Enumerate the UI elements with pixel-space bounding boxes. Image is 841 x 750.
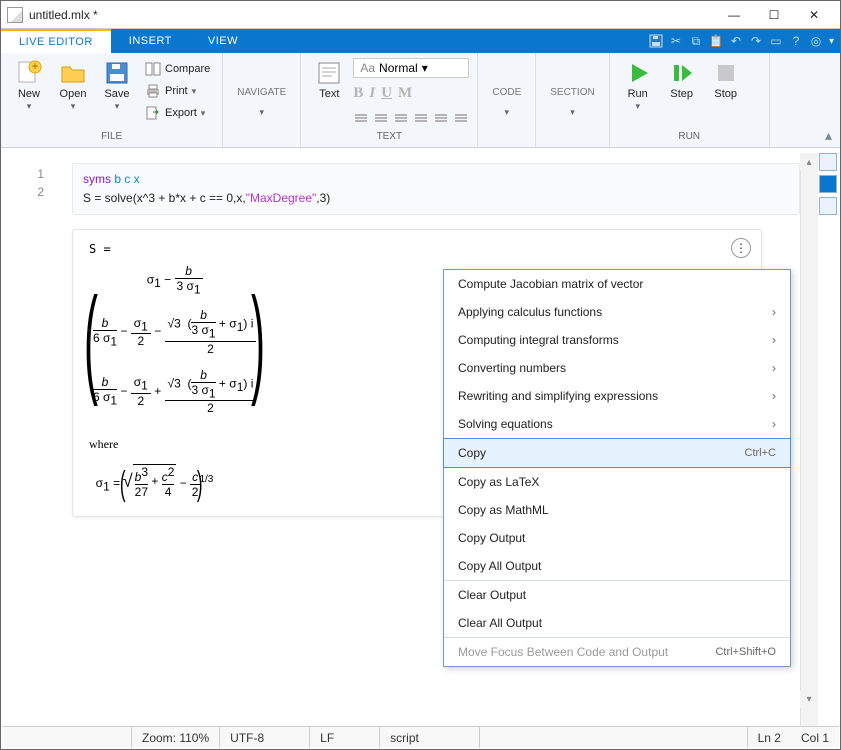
run-button[interactable]: Run▾ [618, 55, 658, 111]
status-col[interactable]: Col 1 [791, 727, 839, 748]
ctx-move-focus: Move Focus Between Code and OutputCtrl+S… [444, 638, 790, 666]
italic-button: I [369, 85, 375, 102]
group-text: Text AaNormal▾ BIUM TEXT [301, 53, 478, 147]
window-title: untitled.mlx * [29, 8, 714, 22]
output-right-button[interactable] [819, 153, 837, 171]
tab-view[interactable]: VIEW [190, 29, 256, 53]
ctx-copy-all-output[interactable]: Copy All Output [444, 552, 790, 580]
ctx-copy[interactable]: CopyCtrl+C [444, 439, 790, 467]
text-button[interactable]: Text [309, 55, 349, 100]
context-menu: Compute Jacobian matrix of vector Applyi… [443, 269, 791, 667]
new-button[interactable]: + New▾ [9, 55, 49, 111]
preferences-icon[interactable]: ◎ [807, 32, 825, 50]
toolstrip-tabs: LIVE EDITOR INSERT VIEW ✂ ⧉ 📋 ↶ ↷ ▭ ? ◎ … [1, 29, 840, 53]
svg-text:+: + [31, 59, 38, 73]
tab-live-editor[interactable]: LIVE EDITOR [1, 29, 111, 53]
ctx-clear-all-output[interactable]: Clear All Output [444, 609, 790, 637]
group-file: + New▾ Open▾ Save▾ Compare Print▾ Export… [1, 53, 223, 147]
open-button[interactable]: Open▾ [53, 55, 93, 111]
output-layout-buttons [817, 153, 839, 215]
paste-icon[interactable]: 📋 [707, 32, 725, 50]
tab-insert[interactable]: INSERT [111, 29, 190, 53]
compare-button[interactable]: Compare [141, 58, 214, 80]
code-cell[interactable]: syms b c x S = solve(x^3 + b*x + c == 0,… [72, 163, 800, 215]
copy-icon[interactable]: ⧉ [687, 32, 705, 50]
paragraph-style-dropdown[interactable]: AaNormal▾ [353, 58, 469, 78]
output-lhs: S = [89, 242, 745, 256]
ctx-rewriting[interactable]: Rewriting and simplifying expressions [444, 382, 790, 410]
quick-access: ✂ ⧉ 📋 ↶ ↷ ▭ ? ◎ ▾ [647, 32, 840, 50]
ctx-solving[interactable]: Solving equations [444, 410, 790, 438]
underline-button: U [381, 85, 392, 102]
save-icon[interactable] [647, 32, 665, 50]
minimize-button[interactable]: — [714, 1, 754, 29]
ribbon: + New▾ Open▾ Save▾ Compare Print▾ Export… [1, 53, 840, 148]
print-button[interactable]: Print▾ [141, 80, 214, 102]
monospace-button: M [398, 85, 412, 102]
undo-icon[interactable]: ↶ [727, 32, 745, 50]
output-inline-button[interactable] [819, 175, 837, 193]
ctx-clear-output[interactable]: Clear Output [444, 581, 790, 609]
ctx-jacobian[interactable]: Compute Jacobian matrix of vector [444, 270, 790, 298]
group-code: CODE▾ [478, 53, 536, 147]
status-zoom[interactable]: Zoom: 110% [132, 727, 220, 748]
redo-icon[interactable]: ↷ [747, 32, 765, 50]
navigate-button[interactable]: NAVIGATE ▾ [231, 70, 292, 117]
output-menu-icon[interactable]: ⋮ [731, 238, 751, 258]
ctx-copy-mathml[interactable]: Copy as MathML [444, 496, 790, 524]
status-encoding[interactable]: UTF-8 [220, 727, 310, 748]
section-button[interactable]: SECTION▾ [544, 70, 600, 117]
cut-icon[interactable]: ✂ [667, 32, 685, 50]
line-gutter: 1 2 [2, 153, 54, 726]
ctx-converting-numbers[interactable]: Converting numbers [444, 354, 790, 382]
switch-windows-icon[interactable]: ▭ [767, 32, 785, 50]
help-icon[interactable]: ? [787, 32, 805, 50]
status-line[interactable]: Ln 2 [748, 727, 791, 748]
stop-button[interactable]: Stop [706, 55, 746, 100]
document-icon [7, 7, 23, 23]
ctx-integral-transforms[interactable]: Computing integral transforms [444, 326, 790, 354]
group-navigate: NAVIGATE ▾ [223, 53, 301, 147]
code-button[interactable]: CODE▾ [486, 70, 527, 117]
output-hide-button[interactable] [819, 197, 837, 215]
status-filetype[interactable]: script [380, 727, 480, 748]
bold-button: B [353, 85, 363, 102]
scroll-down-icon[interactable]: ▾ [800, 690, 818, 708]
format-buttons[interactable]: BIUM [353, 82, 469, 104]
step-button[interactable]: Step [662, 55, 702, 100]
maximize-button[interactable]: ☐ [754, 1, 794, 29]
title-bar: untitled.mlx * — ☐ ✕ [1, 1, 840, 29]
ctx-calculus[interactable]: Applying calculus functions [444, 298, 790, 326]
save-button[interactable]: Save▾ [97, 55, 137, 111]
quick-access-dropdown[interactable]: ▾ [829, 36, 834, 47]
ctx-copy-output[interactable]: Copy Output [444, 524, 790, 552]
close-button[interactable]: ✕ [794, 1, 834, 29]
status-eol[interactable]: LF [310, 727, 380, 748]
collapse-ribbon-icon[interactable]: ▴ [825, 127, 832, 144]
list-align-buttons[interactable] [353, 108, 469, 128]
group-run: Run▾ Step Stop RUN [610, 53, 770, 147]
status-bar: Zoom: 110% UTF-8 LF script Ln 2 Col 1 [2, 726, 839, 748]
export-button[interactable]: Export▾ [141, 102, 214, 124]
group-section: SECTION▾ [536, 53, 609, 147]
ctx-copy-latex[interactable]: Copy as LaTeX [444, 468, 790, 496]
scroll-up-icon[interactable]: ▴ [800, 153, 818, 171]
vertical-scrollbar[interactable] [800, 153, 818, 726]
